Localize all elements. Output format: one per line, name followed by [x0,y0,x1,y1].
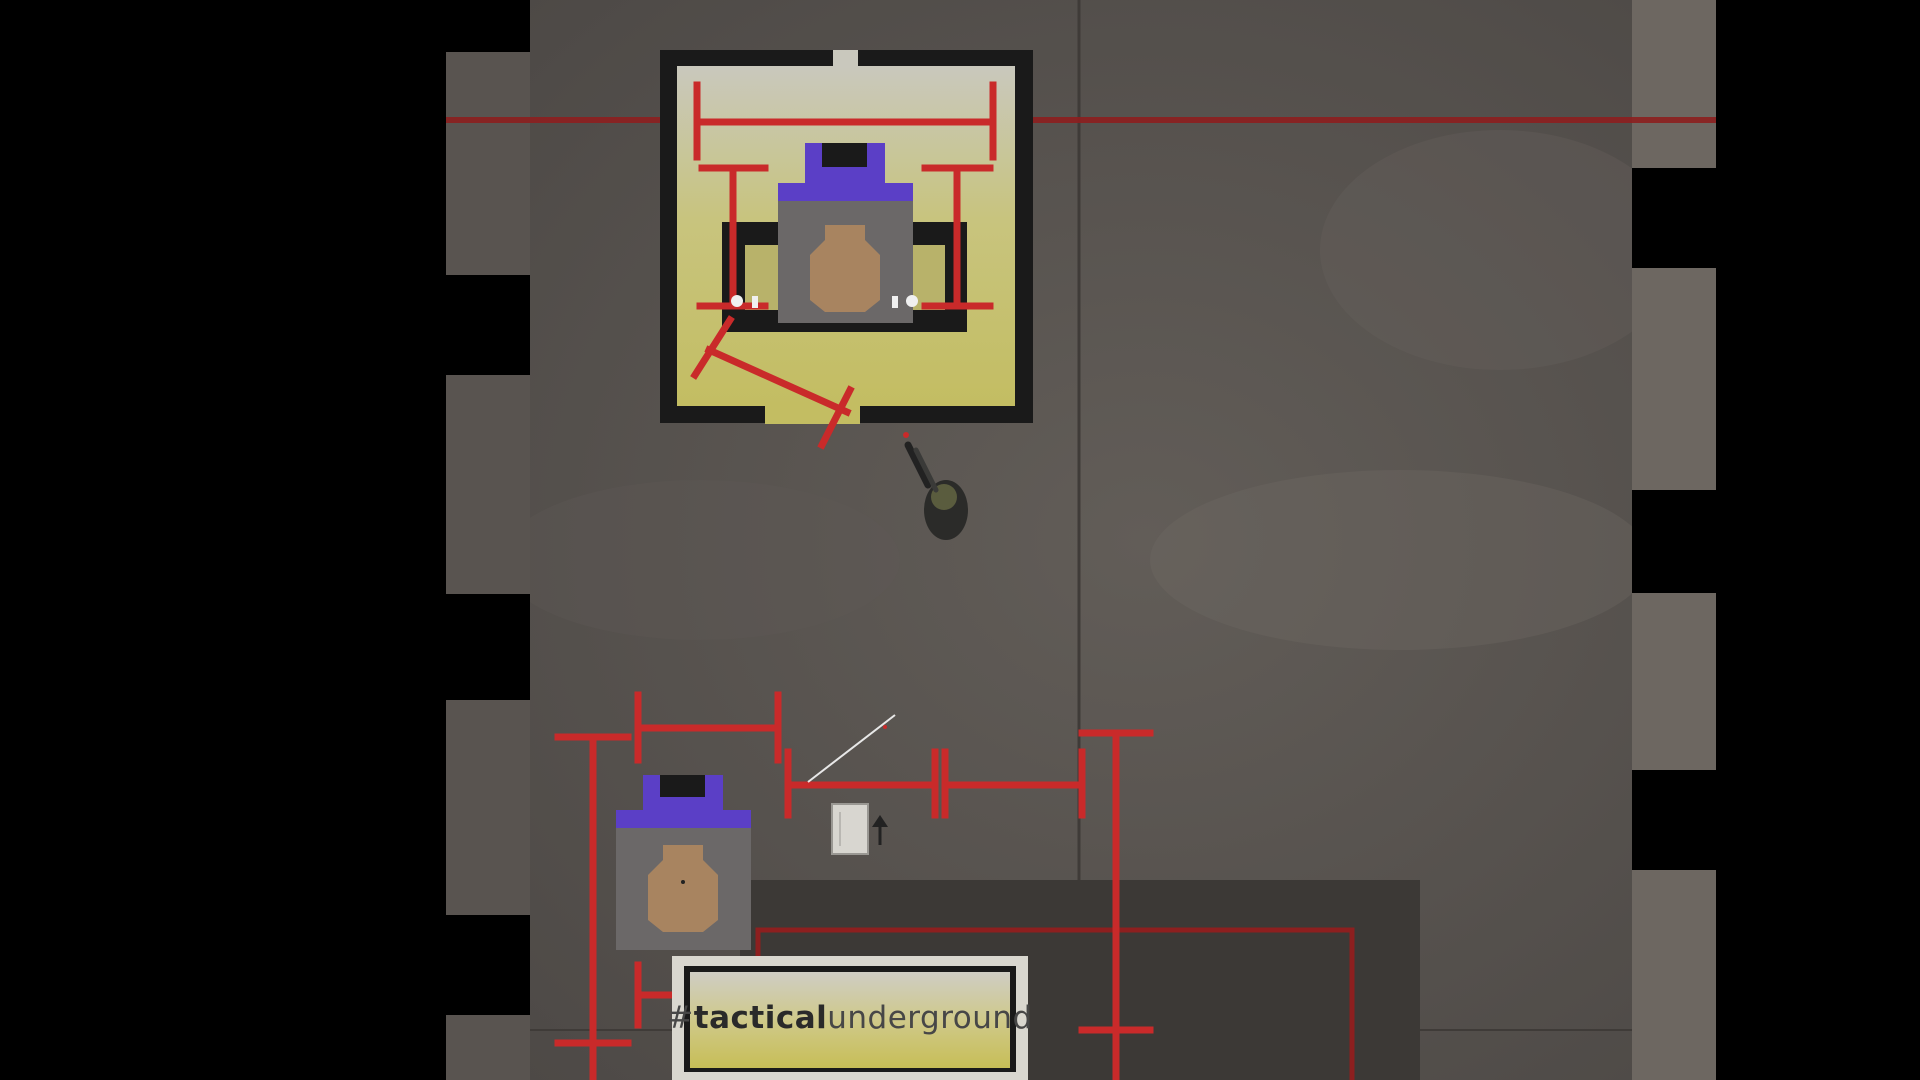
door-icon[interactable] [831,803,869,855]
floor-stain [1150,470,1650,650]
game-viewport[interactable]: # tactical underground [0,0,1920,1080]
floor-stain [1320,130,1680,370]
bottom-mat [672,956,1028,1080]
bullet-impact [883,725,887,729]
game-map[interactable] [0,0,1920,1080]
floor-stain [500,480,900,640]
